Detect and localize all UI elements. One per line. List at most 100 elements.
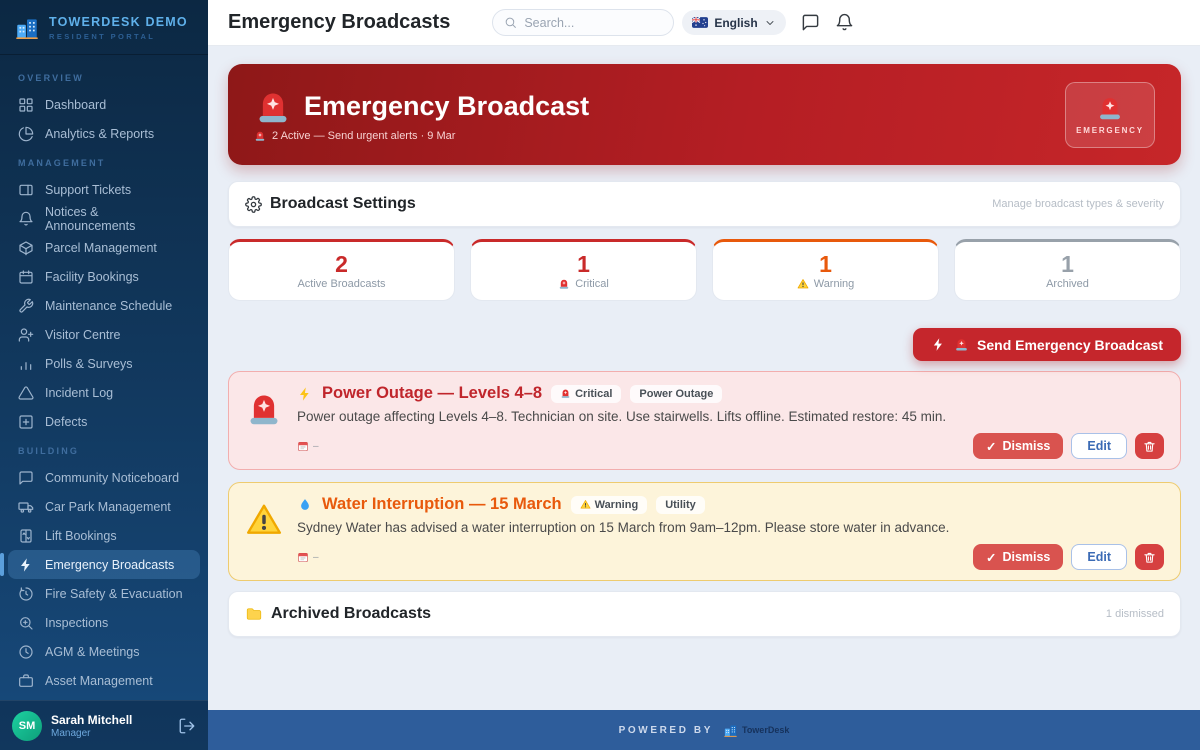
fire-safety-dial-icon xyxy=(18,586,34,602)
sidebar-item-label: Incident Log xyxy=(45,386,113,400)
sidebar-item-analytics-reports[interactable]: Analytics & Reports xyxy=(8,119,200,148)
send-emergency-broadcast-button[interactable]: Send Emergency Broadcast xyxy=(913,328,1181,361)
lightning-bolt-icon xyxy=(931,337,946,352)
towerdesk-logo-icon xyxy=(14,15,40,41)
delete-button[interactable] xyxy=(1135,433,1164,459)
stat-card-warning: 1 Warning xyxy=(712,239,939,301)
stat-value: 2 xyxy=(335,252,348,276)
notifications-bell-icon[interactable] xyxy=(835,13,854,32)
sidebar-item-label: Dashboard xyxy=(45,98,106,112)
sidebar-item-asset-management[interactable]: Asset Management xyxy=(8,666,200,695)
footer-logo: TowerDesk xyxy=(723,723,789,738)
car-icon xyxy=(18,499,34,515)
chevron-down-icon xyxy=(764,17,776,29)
emergency-hero-banner: Emergency Broadcast 2 Active — Send urge… xyxy=(228,64,1181,165)
user-name: Sarah Mitchell xyxy=(51,713,132,727)
calendar-icon xyxy=(18,269,34,285)
sidebar-item-inspections[interactable]: Inspections xyxy=(8,608,200,637)
language-selector[interactable]: English xyxy=(682,10,785,35)
stat-value: 1 xyxy=(819,252,832,276)
sidebar-item-label: Notices & Announcements xyxy=(45,205,190,233)
broadcast-settings-card: Broadcast Settings Manage broadcast type… xyxy=(228,181,1181,227)
avatar: SM xyxy=(12,711,42,741)
stat-label: Archived xyxy=(1046,278,1089,290)
logout-icon[interactable] xyxy=(178,717,196,735)
sidebar-item-label: Facility Bookings xyxy=(45,270,139,284)
bell-icon xyxy=(18,211,34,227)
sidebar-item-fire-safety-evacuation[interactable]: Fire Safety & Evacuation xyxy=(8,579,200,608)
sidebar-item-label: AGM & Meetings xyxy=(45,645,139,659)
briefcase-icon xyxy=(18,673,34,689)
sidebar-item-label: Lift Bookings xyxy=(45,529,117,543)
edit-button[interactable]: Edit xyxy=(1071,544,1127,570)
sidebar-item-incident-log[interactable]: Incident Log xyxy=(8,378,200,407)
sidebar-section-overview: OVERVIEW xyxy=(8,63,200,90)
sidebar-item-label: Emergency Broadcasts xyxy=(45,558,174,572)
sidebar-item-support-tickets[interactable]: Support Tickets xyxy=(8,175,200,204)
severity-badge: Critical xyxy=(551,385,621,403)
brand-title: TOWERDESK DEMO xyxy=(49,15,188,29)
sidebar-item-community-noticeboard[interactable]: Community Noticeboard xyxy=(8,463,200,492)
stat-value: 1 xyxy=(1061,252,1074,276)
delete-button[interactable] xyxy=(1135,544,1164,570)
package-icon xyxy=(18,240,34,256)
sidebar-item-label: Defects xyxy=(45,415,87,429)
trash-icon xyxy=(1143,551,1156,564)
alert-date-meta: – xyxy=(297,551,319,563)
archived-hint: 1 dismissed xyxy=(1106,608,1164,620)
stat-label: Active Broadcasts xyxy=(297,278,385,290)
pie-chart-icon xyxy=(18,126,34,142)
gear-icon xyxy=(245,196,262,213)
brand-subtitle: RESIDENT PORTAL xyxy=(49,32,188,41)
australia-flag-icon xyxy=(692,17,708,28)
alert-body: Sydney Water has advised a water interru… xyxy=(297,520,1164,535)
sidebar-item-label: Parcel Management xyxy=(45,241,157,255)
sidebar-item-lift-bookings[interactable]: Lift Bookings xyxy=(8,521,200,550)
towerdesk-logo-icon xyxy=(723,723,738,738)
archived-title: Archived Broadcasts xyxy=(271,605,431,623)
siren-icon xyxy=(254,88,292,126)
sidebar-item-visitor-centre[interactable]: Visitor Centre xyxy=(8,320,200,349)
sidebar-item-maintenance-schedule[interactable]: Maintenance Schedule xyxy=(8,291,200,320)
warning-icon xyxy=(580,499,591,510)
alert-body: Power outage affecting Levels 4–8. Techn… xyxy=(297,409,1164,424)
folder-icon xyxy=(245,605,263,623)
lightning-bolt-icon xyxy=(297,386,313,402)
sidebar-section-building: BUILDING xyxy=(8,436,200,463)
calendar-icon xyxy=(297,440,309,452)
sidebar-item-facility-bookings[interactable]: Facility Bookings xyxy=(8,262,200,291)
sidebar-item-emergency-broadcasts[interactable]: Emergency Broadcasts xyxy=(8,550,200,579)
search-input[interactable] xyxy=(524,16,654,30)
stat-label: Critical xyxy=(575,278,609,290)
settings-title: Broadcast Settings xyxy=(270,195,416,213)
sidebar-item-parcel-management[interactable]: Parcel Management xyxy=(8,233,200,262)
sidebar-item-polls-surveys[interactable]: Polls & Surveys xyxy=(8,349,200,378)
sidebar-section-management: MANAGEMENT xyxy=(8,148,200,175)
user-role: Manager xyxy=(51,728,132,739)
dismiss-button[interactable]: ✓ Dismiss xyxy=(973,544,1063,570)
stat-label: Warning xyxy=(814,278,855,290)
dismiss-button[interactable]: ✓ Dismiss xyxy=(973,433,1063,459)
wrench-icon xyxy=(18,298,34,314)
severity-badge: Warning xyxy=(571,496,648,514)
siren-icon xyxy=(254,130,266,142)
siren-icon xyxy=(245,390,283,428)
search-box xyxy=(492,9,674,36)
sidebar-item-defects[interactable]: Defects xyxy=(8,407,200,436)
ticket-icon xyxy=(18,182,34,198)
sidebar-item-dashboard[interactable]: Dashboard xyxy=(8,90,200,119)
sidebar-item-notices-announcements[interactable]: Notices & Announcements xyxy=(8,204,200,233)
footer: POWERED BY TowerDesk xyxy=(208,710,1200,750)
warning-triangle-icon xyxy=(18,385,34,401)
sidebar-item-car-park-management[interactable]: Car Park Management xyxy=(8,492,200,521)
sidebar-item-label: Fire Safety & Evacuation xyxy=(45,587,183,601)
alert-card-water-interruption: Water Interruption — 15 March Warning Ut… xyxy=(228,482,1181,581)
dashboard-grid-icon xyxy=(18,97,34,113)
sidebar-item-agm-meetings[interactable]: AGM & Meetings xyxy=(8,637,200,666)
sidebar-item-label: Inspections xyxy=(45,616,108,630)
edit-button[interactable]: Edit xyxy=(1071,433,1127,459)
main-content: Emergency Broadcast 2 Active — Send urge… xyxy=(208,46,1200,710)
hero-title: Emergency Broadcast xyxy=(304,91,589,122)
messages-icon[interactable] xyxy=(801,13,820,32)
hero-subtitle: 2 Active — Send urgent alerts · 9 Mar xyxy=(272,130,455,142)
